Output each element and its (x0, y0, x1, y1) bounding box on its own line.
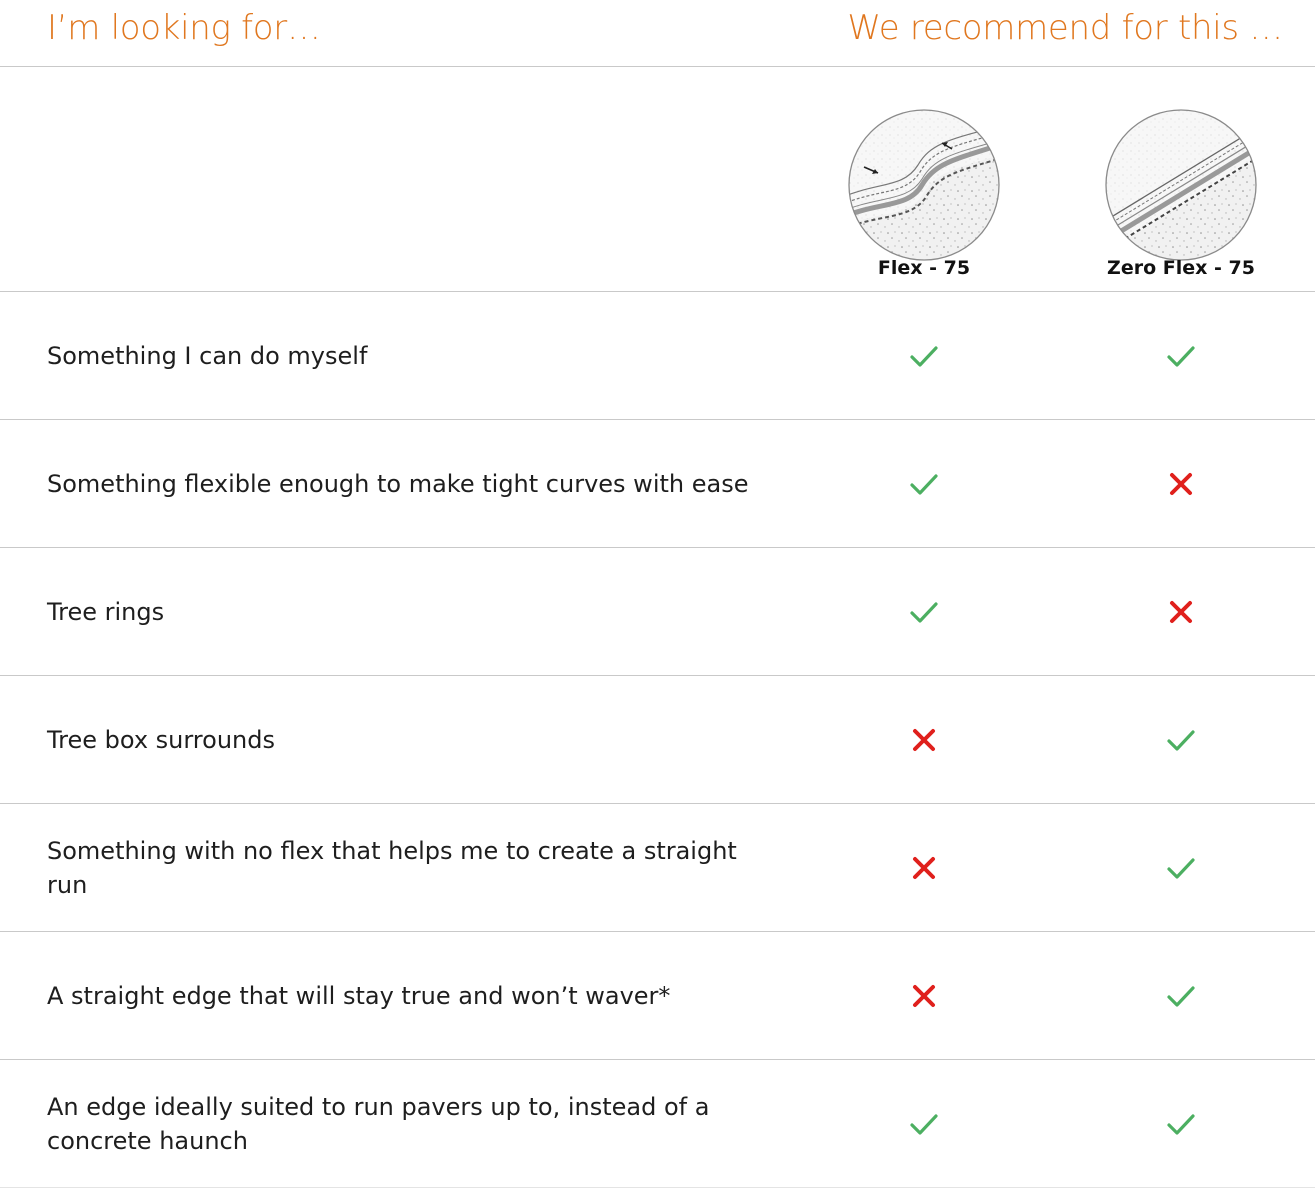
check-icon-flex-75 (907, 339, 941, 373)
cross-icon-flex-75 (907, 723, 941, 757)
comparison-row: Tree box surrounds (0, 676, 1315, 804)
requirement-label: Tree rings (47, 597, 165, 626)
cross-icon-zero-flex-75 (1164, 595, 1198, 629)
comparison-rows: Something I can do myself Something flexi… (0, 292, 1315, 1188)
cross-icon-flex-75 (907, 851, 941, 885)
check-icon-zero-flex-75 (1164, 851, 1198, 885)
comparison-header: I’m looking for… We recommend for this … (0, 0, 1315, 67)
comparison-row: Tree rings (0, 548, 1315, 676)
zero-flex-edging-illustration-icon (1105, 109, 1257, 261)
check-icon-flex-75 (907, 467, 941, 501)
comparison-row: An edge ideally suited to run pavers up … (0, 1060, 1315, 1188)
check-icon-zero-flex-75 (1164, 723, 1198, 757)
recommend-heading: We recommend for this … (847, 8, 1283, 48)
requirement-label: Something I can do myself (47, 341, 368, 370)
product-zero-flex-75: Zero Flex - 75 (1071, 67, 1291, 291)
check-icon-flex-75 (907, 595, 941, 629)
check-icon-zero-flex-75 (1164, 1107, 1198, 1141)
check-icon-zero-flex-75 (1164, 339, 1198, 373)
comparison-row: Something flexible enough to make tight … (0, 420, 1315, 548)
flex-edging-illustration-icon (848, 109, 1000, 261)
looking-for-heading: I’m looking for… (47, 8, 321, 48)
check-icon-flex-75 (907, 1107, 941, 1141)
product-name-zero-flex-75: Zero Flex - 75 (1107, 257, 1255, 279)
requirement-label: A straight edge that will stay true and … (47, 981, 671, 1010)
product-columns: Flex - 75 Zero Flex - 75 (0, 67, 1315, 292)
cross-icon-zero-flex-75 (1164, 467, 1198, 501)
requirement-label: An edge ideally suited to run pavers up … (47, 1092, 710, 1155)
product-flex-75: Flex - 75 (814, 67, 1034, 291)
product-name-flex-75: Flex - 75 (877, 257, 971, 279)
requirement-label: Something flexible enough to make tight … (47, 469, 749, 498)
cross-icon-flex-75 (907, 979, 941, 1013)
check-icon-zero-flex-75 (1164, 979, 1198, 1013)
comparison-row: A straight edge that will stay true and … (0, 932, 1315, 1060)
requirement-label: Tree box surrounds (47, 725, 275, 754)
comparison-row: Something with no flex that helps me to … (0, 804, 1315, 932)
comparison-row: Something I can do myself (0, 292, 1315, 420)
requirement-label: Something with no flex that helps me to … (47, 836, 737, 899)
